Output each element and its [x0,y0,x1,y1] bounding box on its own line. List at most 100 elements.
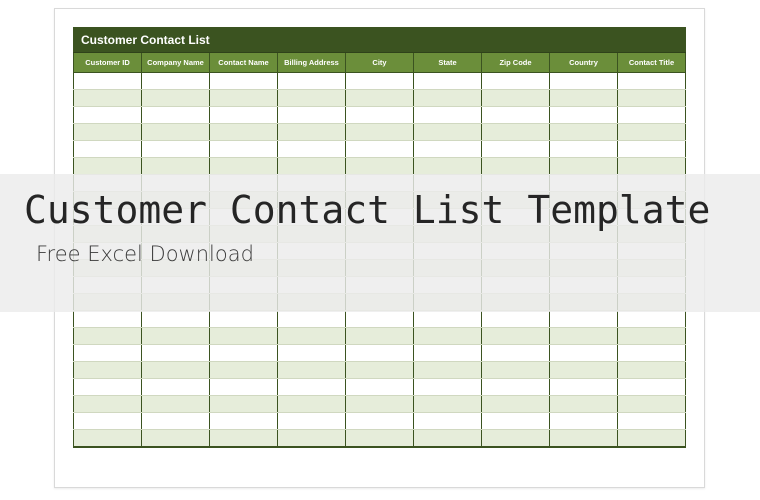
table-cell [618,396,686,413]
table-cell [482,345,550,362]
table-cell [414,124,482,141]
table-cell [142,311,210,328]
table-cell [414,107,482,124]
table-cell [482,430,550,447]
table-cell [550,413,618,430]
table-cell [142,362,210,379]
table-cell [482,328,550,345]
table-cell [482,413,550,430]
table-cell [346,396,414,413]
table-cell [346,90,414,107]
table-cell [482,141,550,158]
table-cell [142,158,210,175]
table-cell [74,396,142,413]
table-row [74,73,686,90]
table-cell [482,362,550,379]
table-row [74,362,686,379]
table-cell [278,141,346,158]
sheet-title: Customer Contact List [73,27,686,53]
table-row [74,345,686,362]
table-cell [74,141,142,158]
col-country: Country [550,53,618,73]
table-cell [142,396,210,413]
table-cell [74,107,142,124]
table-cell [550,311,618,328]
col-zip-code: Zip Code [482,53,550,73]
table-cell [74,90,142,107]
table-cell [346,328,414,345]
table-row [74,124,686,141]
table-cell [278,73,346,90]
table-cell [482,158,550,175]
table-cell [618,141,686,158]
table-cell [346,362,414,379]
table-cell [414,158,482,175]
table-cell [618,311,686,328]
table-cell [210,413,278,430]
table-cell [482,107,550,124]
table-cell [142,345,210,362]
col-contact-title: Contact Title [618,53,686,73]
col-state: State [414,53,482,73]
table-cell [618,413,686,430]
table-cell [210,328,278,345]
table-cell [414,90,482,107]
col-company-name: Company Name [142,53,210,73]
table-row [74,311,686,328]
table-cell [482,90,550,107]
table-cell [618,379,686,396]
table-cell [278,311,346,328]
table-cell [618,328,686,345]
table-row [74,158,686,175]
table-cell [618,158,686,175]
table-cell [618,430,686,447]
table-cell [142,413,210,430]
table-row [74,413,686,430]
table-cell [550,73,618,90]
table-cell [210,73,278,90]
table-cell [74,413,142,430]
table-cell [550,158,618,175]
table-cell [74,379,142,396]
col-contact-name: Contact Name [210,53,278,73]
table-row [74,141,686,158]
table-cell [482,311,550,328]
table-cell [346,430,414,447]
table-row [74,107,686,124]
col-billing-address: Billing Address [278,53,346,73]
table-cell [618,90,686,107]
table-row [74,90,686,107]
table-cell [210,362,278,379]
table-row [74,396,686,413]
table-cell [210,90,278,107]
table-cell [142,430,210,447]
table-cell [74,328,142,345]
table-cell [414,396,482,413]
table-cell [278,107,346,124]
table-cell [278,379,346,396]
table-row [74,430,686,447]
table-cell [346,379,414,396]
table-cell [278,158,346,175]
table-cell [346,158,414,175]
table-cell [346,73,414,90]
table-row [74,379,686,396]
table-cell [210,141,278,158]
table-cell [550,90,618,107]
table-cell [210,107,278,124]
table-cell [550,396,618,413]
table-cell [278,124,346,141]
table-cell [278,345,346,362]
table-cell [414,345,482,362]
table-cell [210,396,278,413]
table-cell [278,90,346,107]
table-cell [142,379,210,396]
table-cell [550,379,618,396]
table-cell [346,124,414,141]
table-cell [414,311,482,328]
table-cell [550,328,618,345]
table-cell [278,413,346,430]
table-cell [210,158,278,175]
table-cell [550,345,618,362]
table-cell [278,362,346,379]
